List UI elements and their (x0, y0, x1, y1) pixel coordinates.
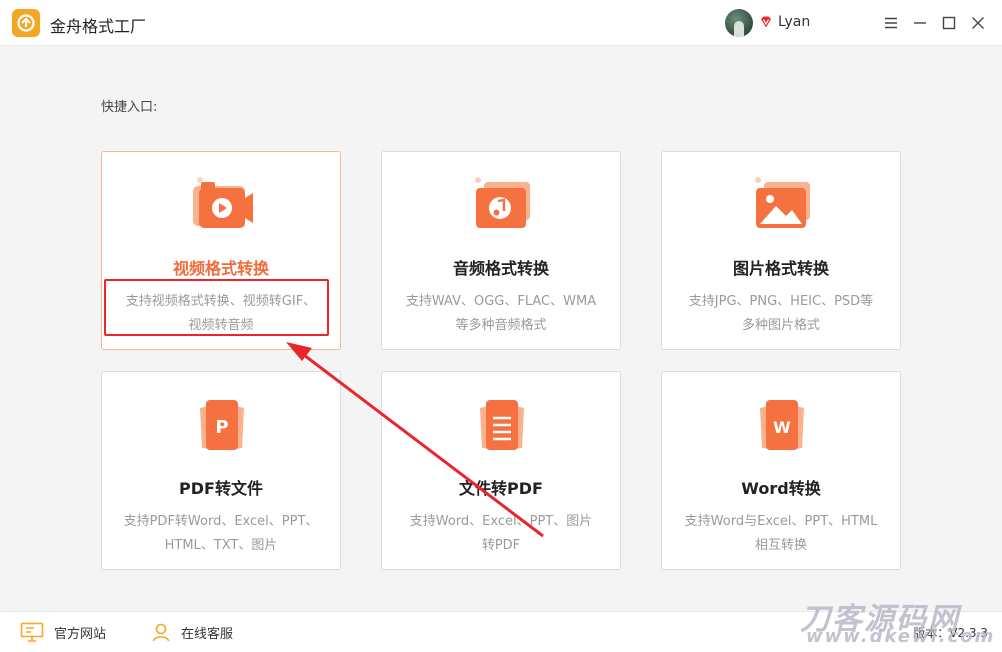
footer-support-label: 在线客服 (181, 626, 234, 642)
card-desc-line2: 等多种音频格式 (455, 318, 547, 333)
user-name[interactable]: Lyan (778, 14, 810, 30)
card-desc-line1: 支持PDF转Word、Excel、PPT、 (123, 514, 319, 529)
card-desc-line1: 支持Word与Excel、PPT、HTML (684, 514, 878, 529)
card-file-to-pdf[interactable]: 文件转PDF 支持Word、Excel、PPT、图片 转PDF (381, 371, 621, 570)
svg-text:P: P (215, 417, 228, 438)
card-audio-convert[interactable]: 音频格式转换 支持WAV、OGG、FLAC、WMA 等多种音频格式 (381, 151, 621, 350)
card-description: 支持JPG、PNG、HEIC、PSD等 多种图片格式 (672, 290, 890, 338)
card-title: PDF转文件 (179, 479, 263, 498)
app-title: 金舟格式工厂 (50, 17, 147, 36)
card-description: 支持WAV、OGG、FLAC、WMA 等多种音频格式 (392, 290, 610, 338)
menu-icon (885, 17, 897, 29)
card-desc-line2: 相互转换 (754, 538, 807, 553)
footer-website-label: 官方网站 (54, 626, 107, 642)
card-description: 支持Word与Excel、PPT、HTML 相互转换 (672, 510, 890, 558)
card-title: 视频格式转换 (172, 259, 269, 278)
menu-button[interactable] (880, 12, 902, 34)
maximize-icon (942, 16, 956, 30)
official-website-link[interactable]: 官方网站 (20, 622, 106, 642)
section-label: 快捷入口: (101, 100, 158, 115)
online-support-link[interactable]: 在线客服 (151, 622, 233, 642)
headset-person-icon (152, 623, 170, 642)
video-icon (193, 177, 253, 228)
minimize-icon (914, 22, 926, 24)
watermark-subtext: www.dkewl.com (806, 626, 996, 647)
document-icon (480, 400, 524, 450)
card-title: 音频格式转换 (452, 259, 549, 278)
card-title: 文件转PDF (459, 479, 543, 498)
close-icon (972, 17, 984, 29)
word-icon: W (760, 400, 804, 450)
svg-text:W: W (773, 418, 791, 437)
annotation-highlight-box (104, 279, 329, 336)
card-title: Word转换 (741, 479, 821, 498)
card-pdf-to-file[interactable]: P PDF转文件 支持PDF转Word、Excel、PPT、 HTML、TXT、… (101, 371, 341, 570)
title-bar: 金舟格式工厂 Lyan (0, 0, 1002, 46)
minimize-button[interactable] (909, 12, 931, 34)
vip-diamond-icon (761, 16, 771, 28)
card-desc-line2: HTML、TXT、图片 (164, 538, 278, 553)
card-word-convert[interactable]: W Word转换 支持Word与Excel、PPT、HTML 相互转换 (661, 371, 901, 570)
maximize-button[interactable] (938, 12, 960, 34)
card-image-convert[interactable]: 图片格式转换 支持JPG、PNG、HEIC、PSD等 多种图片格式 (661, 151, 901, 350)
app-logo-icon (12, 9, 40, 37)
avatar[interactable] (725, 9, 753, 37)
card-description: 支持PDF转Word、Excel、PPT、 HTML、TXT、图片 (112, 510, 330, 558)
card-desc-line1: 支持WAV、OGG、FLAC、WMA (405, 294, 597, 309)
card-desc-line1: 支持Word、Excel、PPT、图片 (409, 514, 593, 529)
image-icon (755, 177, 810, 228)
card-title: 图片格式转换 (732, 259, 829, 278)
card-desc-line2: 转PDF (481, 538, 521, 553)
pdf-icon: P (200, 400, 244, 450)
card-description: 支持Word、Excel、PPT、图片 转PDF (392, 510, 610, 558)
close-button[interactable] (967, 12, 989, 34)
card-desc-line2: 多种图片格式 (741, 318, 820, 333)
monitor-icon (20, 622, 44, 642)
audio-icon (475, 177, 530, 228)
card-desc-line1: 支持JPG、PNG、HEIC、PSD等 (688, 294, 874, 309)
